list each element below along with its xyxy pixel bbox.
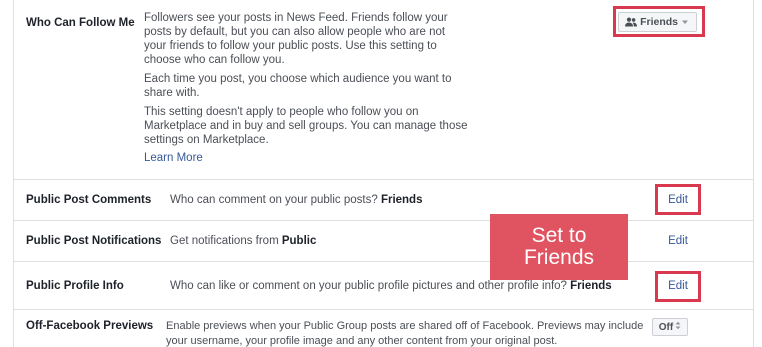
public-post-notifications-text: Get notifications from (170, 235, 282, 247)
public-profile-info-row: Public Profile Info Who can like or comm… (14, 262, 753, 310)
off-facebook-previews-toggle[interactable]: Off (652, 318, 688, 336)
public-post-notifications-row: Public Post Notifications Get notificati… (14, 221, 753, 262)
public-post-notifications-description: Get notifications from Public (170, 235, 316, 247)
public-post-notifications-edit-link[interactable]: Edit (663, 235, 693, 247)
callout-line-1: Set to (531, 224, 587, 247)
friends-button-highlight (613, 6, 705, 37)
comments-edit-highlight (655, 184, 701, 215)
off-facebook-previews-line-2: your username, your profile image and an… (166, 335, 558, 347)
off-facebook-previews-row: Off-Facebook Previews Enable previews wh… (14, 310, 753, 347)
public-post-comments-row: Public Post Comments Who can comment on … (14, 180, 753, 221)
public-post-comments-description: Who can comment on your public posts? Fr… (170, 194, 422, 206)
off-facebook-previews-label: Off-Facebook Previews (26, 320, 154, 332)
public-post-comments-value: Friends (380, 194, 423, 206)
set-to-friends-callout: Set to Friends (490, 214, 628, 280)
off-facebook-previews-line-1: Enable previews when your Public Group p… (166, 320, 644, 332)
follow-paragraph-2: Each time you post, you choose which aud… (144, 73, 452, 99)
off-facebook-previews-value: Off (658, 321, 674, 333)
follow-paragraph-3: This setting doesn't apply to people who… (144, 106, 468, 146)
public-profile-info-question: Who can like or comment on your public p… (170, 280, 571, 292)
public-post-comments-label: Public Post Comments (26, 194, 152, 206)
public-profile-info-value: Friends (570, 280, 612, 292)
callout-line-2: Friends (523, 246, 595, 269)
public-post-notifications-label: Public Post Notifications (26, 235, 162, 247)
profile-info-edit-highlight (655, 271, 701, 302)
public-profile-info-description: Who can like or comment on your public p… (170, 280, 612, 292)
public-post-notifications-value: Public (281, 235, 317, 247)
up-down-caret-icon (675, 321, 681, 333)
public-posts-settings-panel: Who Can Follow Me Followers see your pos… (13, 0, 754, 347)
public-profile-info-label: Public Profile Info (26, 280, 124, 292)
follow-paragraph-1: Followers see your posts in News Feed. F… (144, 12, 448, 66)
public-post-comments-question: Who can comment on your public posts? (170, 194, 381, 206)
learn-more-link[interactable]: Learn More (144, 151, 469, 165)
who-can-follow-description: Followers see your posts in News Feed. F… (144, 11, 469, 165)
off-facebook-previews-description: Enable previews when your Public Group p… (166, 319, 643, 347)
who-can-follow-label: Who Can Follow Me (26, 17, 135, 29)
